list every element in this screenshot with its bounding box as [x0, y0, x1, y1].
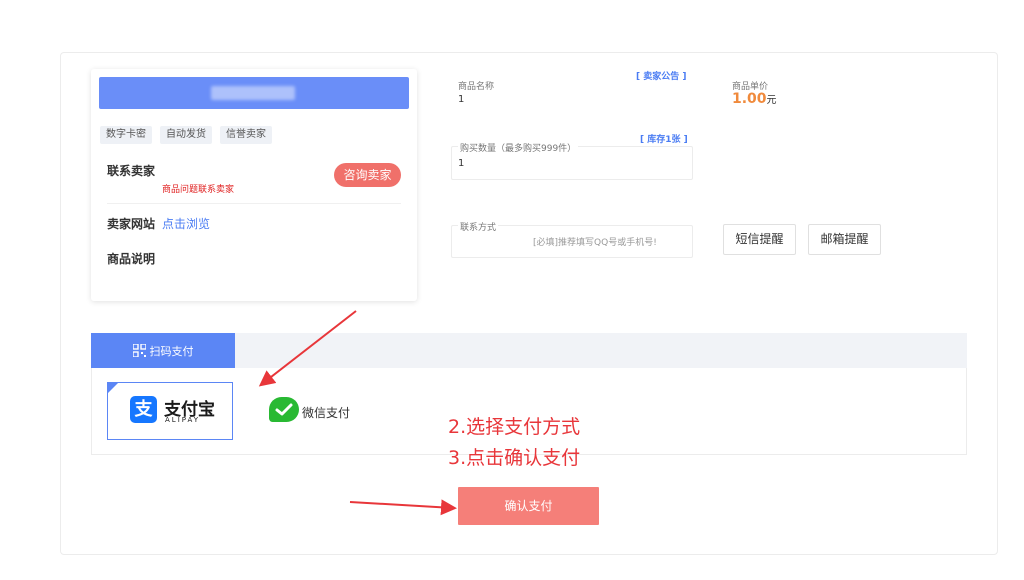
seller-banner [99, 77, 409, 109]
alipay-icon: 支 [130, 396, 157, 423]
alipay-option[interactable]: 支 支付宝 ALIPAY [107, 382, 233, 440]
stock-link[interactable]: [ 库存1张 ] [640, 132, 688, 145]
wechat-pay-icon[interactable] [269, 397, 299, 422]
seller-site-link[interactable]: 点击浏览 [162, 215, 210, 232]
tag-digital-card: 数字卡密 [100, 126, 152, 144]
wechat-pay-label[interactable]: 微信支付 [302, 404, 350, 421]
tag-trusted-seller: 信誉卖家 [220, 126, 272, 144]
unit-price-unit: 元 [766, 95, 777, 106]
selected-corner-icon [108, 383, 118, 393]
seller-site-label: 卖家网站 [107, 217, 156, 231]
tag-auto-delivery: 自动发货 [160, 126, 212, 144]
email-reminder-button[interactable]: 邮箱提醒 [808, 224, 881, 255]
seller-tags: 数字卡密 自动发货 信誉卖家 [100, 126, 272, 144]
confirm-payment-button[interactable]: 确认支付 [458, 487, 599, 525]
seller-name-blurred [211, 86, 295, 100]
alipay-english: ALIPAY [165, 416, 201, 424]
product-description-label: 商品说明 [107, 252, 156, 266]
contact-label: 联系方式 [458, 220, 499, 233]
seller-notice-link[interactable]: [ 卖家公告 ] [636, 69, 687, 82]
seller-card: 数字卡密 自动发货 信誉卖家 联系卖家 商品问题联系卖家 咨询卖家 卖家网站 点… [91, 69, 417, 301]
contact-seller-label: 联系卖家 [107, 164, 156, 178]
annotation-step-3: 3.点击确认支付 [448, 447, 581, 469]
quantity-label: 购买数量（最多购买999件） [458, 141, 579, 154]
consult-seller-button[interactable]: 咨询卖家 [334, 163, 401, 187]
contact-seller-hint: 商品问题联系卖家 [162, 185, 235, 195]
contact-placeholder: [必填]推荐填写QQ号或手机号! [533, 238, 657, 248]
tab-scan-pay-label: 扫码支付 [149, 344, 194, 358]
annotation-step-2: 2.选择支付方式 [448, 416, 581, 438]
divider [107, 203, 401, 204]
unit-price: 1.00元 [732, 91, 777, 107]
quantity-value: 1 [458, 158, 465, 169]
checkmark-icon [275, 403, 293, 416]
product-name-label: 商品名称 [458, 82, 495, 92]
product-name-value: 1 [458, 94, 465, 105]
unit-price-value: 1.00 [732, 91, 767, 107]
sms-reminder-button[interactable]: 短信提醒 [723, 224, 796, 255]
tab-scan-pay[interactable]: 扫码支付 [91, 333, 235, 368]
qr-code-icon [132, 344, 146, 357]
